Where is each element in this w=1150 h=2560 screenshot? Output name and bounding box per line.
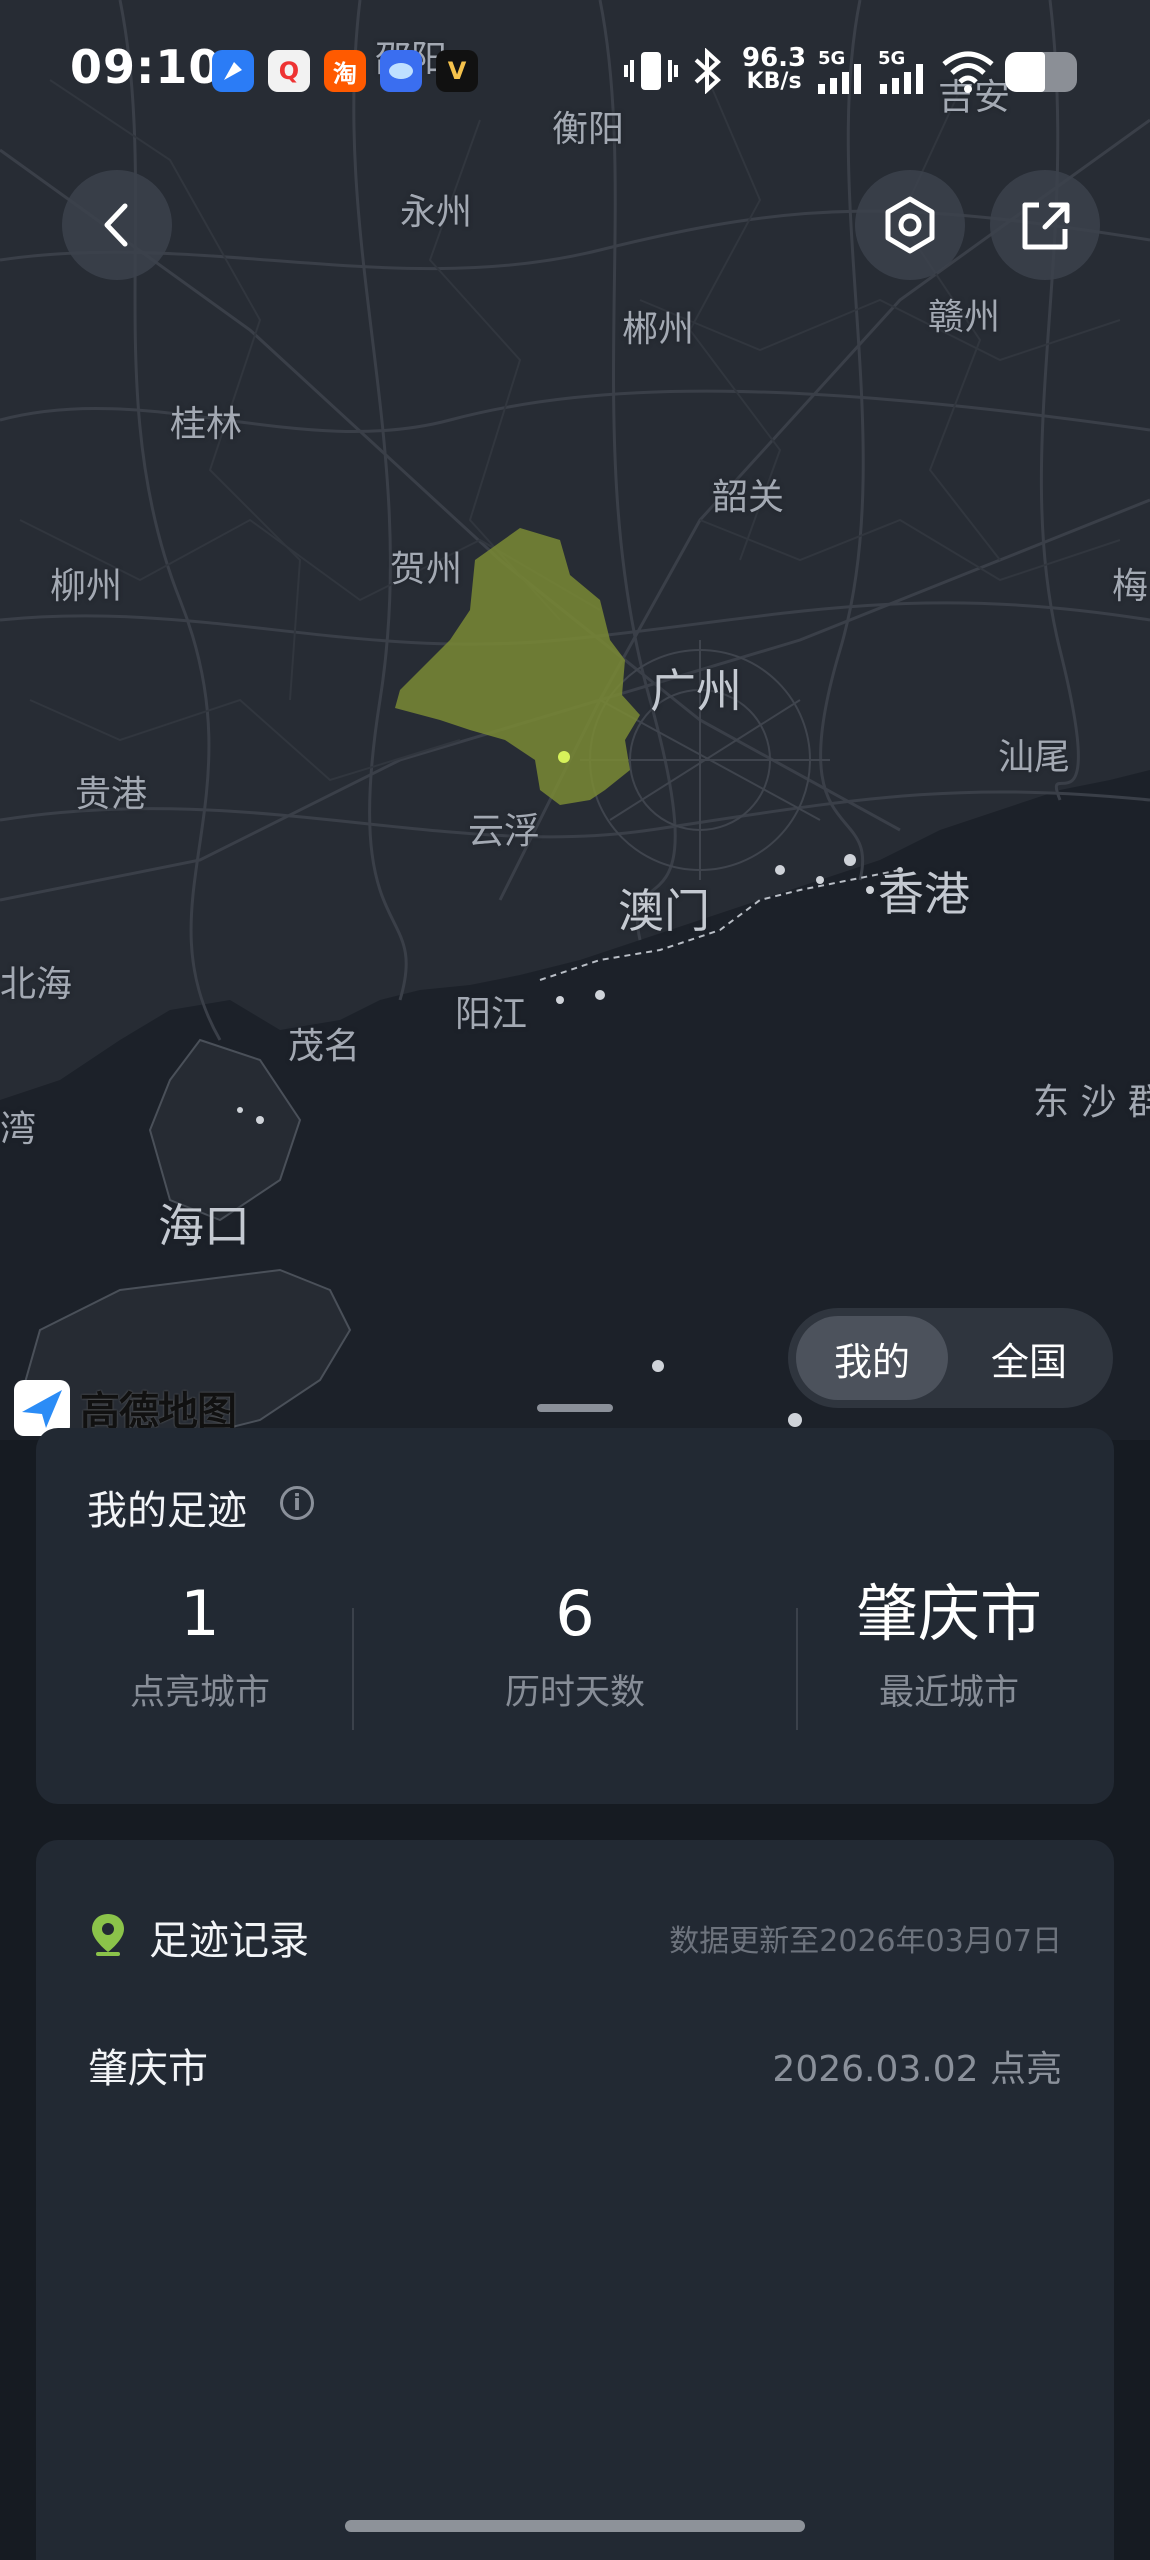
signal-bars-icon [878,64,928,98]
quark-app-icon: Q [268,50,310,92]
map-label: 北海 [0,964,73,1005]
signal-bars-icon [816,64,866,98]
map-label: 湾 [0,1109,37,1150]
battery-icon [1005,52,1077,92]
footprint-card: 我的足迹 i 1 点亮城市 6 历时天数 肇庆市 最近城市 [36,1428,1114,1804]
stat-cities: 1 点亮城市 [50,1578,350,1715]
record-updated-time: 数据更新至2026年03月07日 [669,1924,1062,1959]
map-label: 茂名 [288,1026,361,1067]
drag-handle[interactable] [537,1404,613,1412]
stat-label: 点亮城市 [129,1673,270,1713]
divider [796,1608,798,1730]
map-label: 永州 [400,192,473,233]
stat-label: 最近城市 [878,1673,1019,1713]
map-label: 香港 [878,867,970,921]
browser-app-icon [212,50,254,92]
vibrate-icon [624,48,678,98]
location-pin-icon [90,1912,126,1960]
taobao-app-icon: 淘 [324,50,366,92]
record-date: 2026.03.02 点亮 [772,2049,1062,2090]
stat-value: 1 [180,1577,220,1650]
map-label: 澳门 [618,884,710,938]
tab-national[interactable]: 全国 [953,1316,1105,1400]
map-label: 柳州 [50,566,123,607]
map-label: 广州 [650,664,742,718]
map-label: 梅 [1112,566,1149,607]
network-speed: 96.3 KB/s [742,43,807,94]
map-label: 贵港 [75,774,148,815]
map-label: 贺州 [390,549,463,590]
chevron-left-icon [104,203,128,247]
record-title: 足迹记录 [149,1918,309,1964]
map-label: 海口 [158,1199,250,1253]
map-label: 云浮 [468,811,541,852]
bluetooth-icon [690,47,724,98]
scope-toggle: 我的 全国 [788,1308,1113,1408]
stat-days: 6 历时天数 [425,1578,725,1715]
info-icon[interactable]: i [280,1486,314,1520]
back-button[interactable] [62,170,172,280]
stat-recent-city: 肇庆市 最近城市 [799,1578,1099,1715]
location-dot [558,751,570,763]
map-label: 桂林 [170,404,243,445]
map-label: 阳江 [455,994,528,1035]
status-time: 09:10 [70,40,222,94]
stat-label: 历时天数 [504,1673,645,1713]
wifi-icon [940,50,996,98]
v-app-icon: V [436,50,478,92]
settings-button[interactable] [855,170,965,280]
map-label: 赣州 [928,297,1001,338]
xianyu-app-icon [380,50,422,92]
map-label: 东 沙 群 [1033,1082,1150,1123]
record-city: 肇庆市 [88,2046,208,2092]
map-label: 汕尾 [998,737,1071,778]
share-icon [1022,202,1070,250]
hexagon-settings-icon [885,196,935,254]
divider [352,1608,354,1730]
record-card: 足迹记录 数据更新至2026年03月07日 肇庆市 2026.03.02 点亮 [36,1840,1114,2560]
tab-mine[interactable]: 我的 [796,1316,948,1400]
stat-value: 6 [555,1577,595,1650]
map-label: 郴州 [622,309,695,350]
home-indicator[interactable] [345,2520,805,2532]
share-button[interactable] [990,170,1100,280]
stat-value: 肇庆市 [855,1577,1042,1650]
footprint-title: 我的足迹 [87,1488,247,1534]
map-view[interactable]: 邵阳 衡阳 吉安 永州 郴州 赣州 桂林 韶关 贺州 柳州 梅 广州 汕尾 贵港… [0,0,1150,1440]
map-label: 韶关 [712,477,785,518]
status-bar: 09:10 Q 淘 V 96.3 KB/s 5G 5G [0,0,1150,140]
